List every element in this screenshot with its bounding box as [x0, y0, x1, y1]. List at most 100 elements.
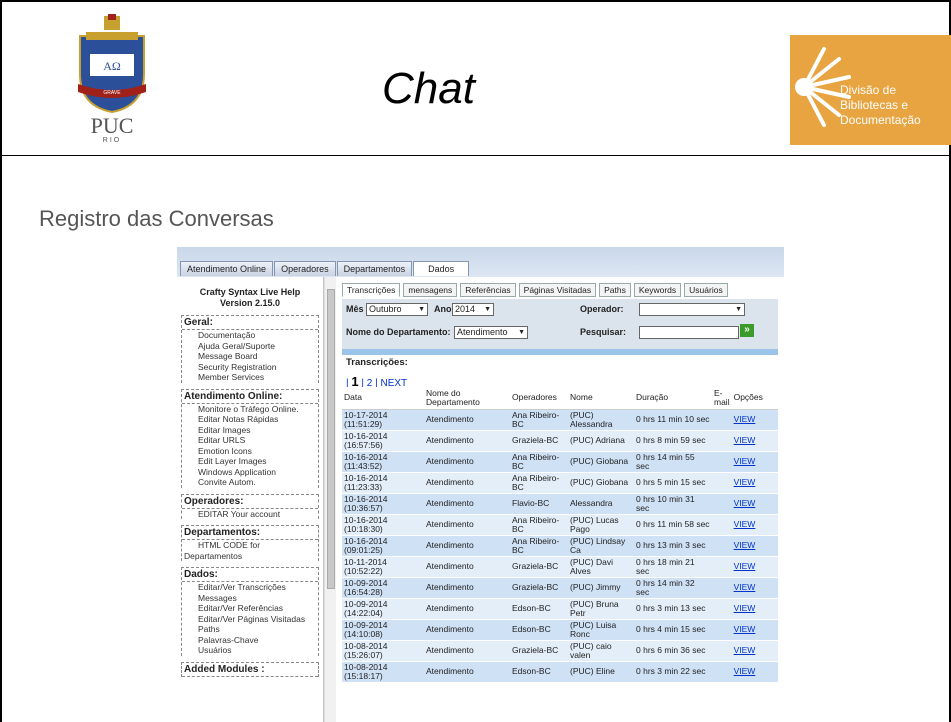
table-row: 10-09-2014 (16:54:28) Atendimento Graziela… [342, 576, 778, 598]
sidebar-link[interactable]: Editar/Ver Referências [182, 603, 318, 614]
col-departamento: Nome do Departamento [424, 387, 510, 410]
puc-logo: AΩ GRAVE PUC RIO [72, 14, 152, 149]
sidebar: Crafty Syntax Live Help Version 2.15.0 G… [177, 277, 324, 722]
view-link[interactable]: VIEW [731, 429, 778, 451]
tab-dados[interactable]: Dados [413, 261, 470, 276]
dbd-line-3: Documentação [840, 113, 921, 127]
operador-select[interactable]: ▼ [639, 303, 745, 316]
view-link[interactable]: VIEW [731, 408, 778, 430]
subtab-paths[interactable]: Paths [599, 283, 631, 297]
ano-select[interactable]: 2014 ▼ [452, 303, 494, 316]
sidebar-link[interactable]: Usuários [182, 645, 318, 656]
view-link[interactable]: VIEW [731, 618, 778, 640]
subtab-transcricoes[interactable]: Transcrições [342, 283, 401, 297]
scroll-thumb[interactable] [327, 289, 335, 589]
view-link[interactable]: VIEW [731, 576, 778, 598]
puc-logo-subtext: RIO [102, 137, 122, 144]
cell-data: 10-16-2014 (10:36:57) [342, 492, 424, 514]
table-row: 10-16-2014 (11:43:52) Atendimento Ana Ribe… [342, 450, 778, 472]
departamento-select[interactable]: Atendimento ▼ [454, 326, 528, 339]
subtab-referencias[interactable]: Referências [460, 283, 516, 297]
table-row: 10-16-2014 (10:18:30) Atendimento Ana Ribe… [342, 513, 778, 535]
view-link[interactable]: VIEW [731, 639, 778, 661]
sidebar-link[interactable]: Message Board [182, 351, 318, 362]
sidebar-section-heading: Dados: [182, 568, 318, 582]
cell-departamento: Atendimento [424, 471, 510, 493]
cell-data: 10-17-2014 (11:51:29) [342, 408, 424, 430]
cell-nome: (PUC) Giobana [568, 450, 634, 472]
table-row: 10-09-2014 (14:10:08) Atendimento Edson-BC… [342, 618, 778, 640]
cell-duracao: 0 hrs 10 min 31 sec [634, 492, 712, 514]
dbd-logo-text: Divisão de Bibliotecas e Documentação [840, 83, 921, 128]
cell-duracao: 0 hrs 3 min 13 sec [634, 597, 712, 619]
sidebar-link[interactable]: Editar/Ver Páginas Visitadas [182, 614, 318, 625]
sidebar-link[interactable]: Editar Images [182, 425, 318, 436]
sidebar-link[interactable]: Member Services [182, 372, 318, 383]
view-link[interactable]: VIEW [731, 555, 778, 577]
cell-duracao: 0 hrs 6 min 36 sec [634, 639, 712, 661]
view-link[interactable]: VIEW [731, 513, 778, 535]
view-link[interactable]: VIEW [731, 471, 778, 493]
cell-nome: (PUC) Luisa Ronc [568, 618, 634, 640]
cell-email [712, 597, 732, 619]
cell-data: 10-16-2014 (09:01:25) [342, 534, 424, 556]
subtab-paginas-visitadas[interactable]: Páginas Visitadas [518, 283, 597, 297]
cell-email [712, 576, 732, 598]
cell-email [712, 492, 732, 514]
slide-title: Chat [382, 64, 475, 113]
sidebar-link[interactable]: Editar Notas Rápidas [182, 414, 318, 425]
view-link[interactable]: VIEW [731, 450, 778, 472]
cell-duracao: 0 hrs 14 min 55 sec [634, 450, 712, 472]
cell-duracao: 0 hrs 3 min 22 sec [634, 660, 712, 682]
cell-duracao: 0 hrs 14 min 32 sec [634, 576, 712, 598]
sidebar-link[interactable]: Messages [182, 593, 318, 604]
subtab-mensagens[interactable]: mensagens [403, 283, 458, 297]
sub-tabs: Transcrições mensagens Referências Págin… [342, 283, 731, 297]
cell-operadores: Ana Ribeiro-BC [510, 534, 568, 556]
ano-value: 2014 [455, 304, 476, 314]
sidebar-link[interactable]: Paths [182, 624, 318, 635]
sidebar-scrollbar[interactable] [324, 277, 336, 722]
cell-nome: (PUC) Bruna Petr [568, 597, 634, 619]
cell-operadores: Edson-BC [510, 618, 568, 640]
cell-data: 10-09-2014 (14:10:08) [342, 618, 424, 640]
pesquisar-input[interactable] [639, 326, 739, 339]
sidebar-link[interactable]: Security Registration [182, 362, 318, 373]
sidebar-link[interactable]: Convite Autom. [182, 477, 318, 488]
sidebar-link[interactable]: Palavras-Chave [182, 635, 318, 646]
search-go-icon[interactable]: » [740, 324, 754, 337]
subtab-usuarios[interactable]: Usuários [684, 283, 728, 297]
sidebar-link[interactable]: Departamentos [182, 551, 318, 562]
sidebar-link[interactable]: Monitore o Tráfego Online. [182, 404, 318, 415]
tab-atendimento-online[interactable]: Atendimento Online [180, 261, 274, 276]
tab-departamentos[interactable]: Departamentos [336, 261, 413, 276]
view-link[interactable]: VIEW [731, 534, 778, 556]
sidebar-link[interactable]: EDITAR Your account [182, 509, 318, 520]
mes-select[interactable]: Outubro ▼ [366, 303, 428, 316]
sidebar-link[interactable]: Windows Application [182, 467, 318, 478]
col-duracao: Duração [634, 387, 712, 410]
cell-duracao: 0 hrs 8 min 59 sec [634, 429, 712, 451]
sidebar-link[interactable]: Ajuda Geral/Suporte [182, 341, 318, 352]
sidebar-link[interactable]: Emotion Icons [182, 446, 318, 457]
pesquisar-label: Pesquisar: [580, 327, 627, 337]
cell-data: 10-09-2014 (14:22:04) [342, 597, 424, 619]
sidebar-link[interactable]: HTML CODE for [182, 540, 318, 551]
subtab-keywords[interactable]: Keywords [633, 283, 682, 297]
view-link[interactable]: VIEW [731, 660, 778, 682]
sidebar-link[interactable]: Editar URLS [182, 435, 318, 446]
sidebar-link[interactable]: Documentação [182, 330, 318, 341]
sidebar-section: Atendimento Online: Monitore o Tráfego On… [181, 388, 319, 488]
cell-nome: (PUC) Davi Alves [568, 555, 634, 577]
cell-duracao: 0 hrs 11 min 58 sec [634, 513, 712, 535]
cell-data: 10-11-2014 (10:52:22) [342, 555, 424, 577]
sidebar-link[interactable]: Editar/Ver Transcrições [182, 582, 318, 593]
view-link[interactable]: VIEW [731, 597, 778, 619]
main-panel: Transcrições mensagens Referências Págin… [336, 277, 784, 722]
view-link[interactable]: VIEW [731, 492, 778, 514]
sidebar-section-heading: Geral: [182, 316, 318, 330]
col-opcoes: Opções [731, 387, 778, 410]
tab-operadores[interactable]: Operadores [274, 261, 336, 276]
cell-operadores: Graziela-BC [510, 429, 568, 451]
sidebar-link[interactable]: Edit Layer Images [182, 456, 318, 467]
